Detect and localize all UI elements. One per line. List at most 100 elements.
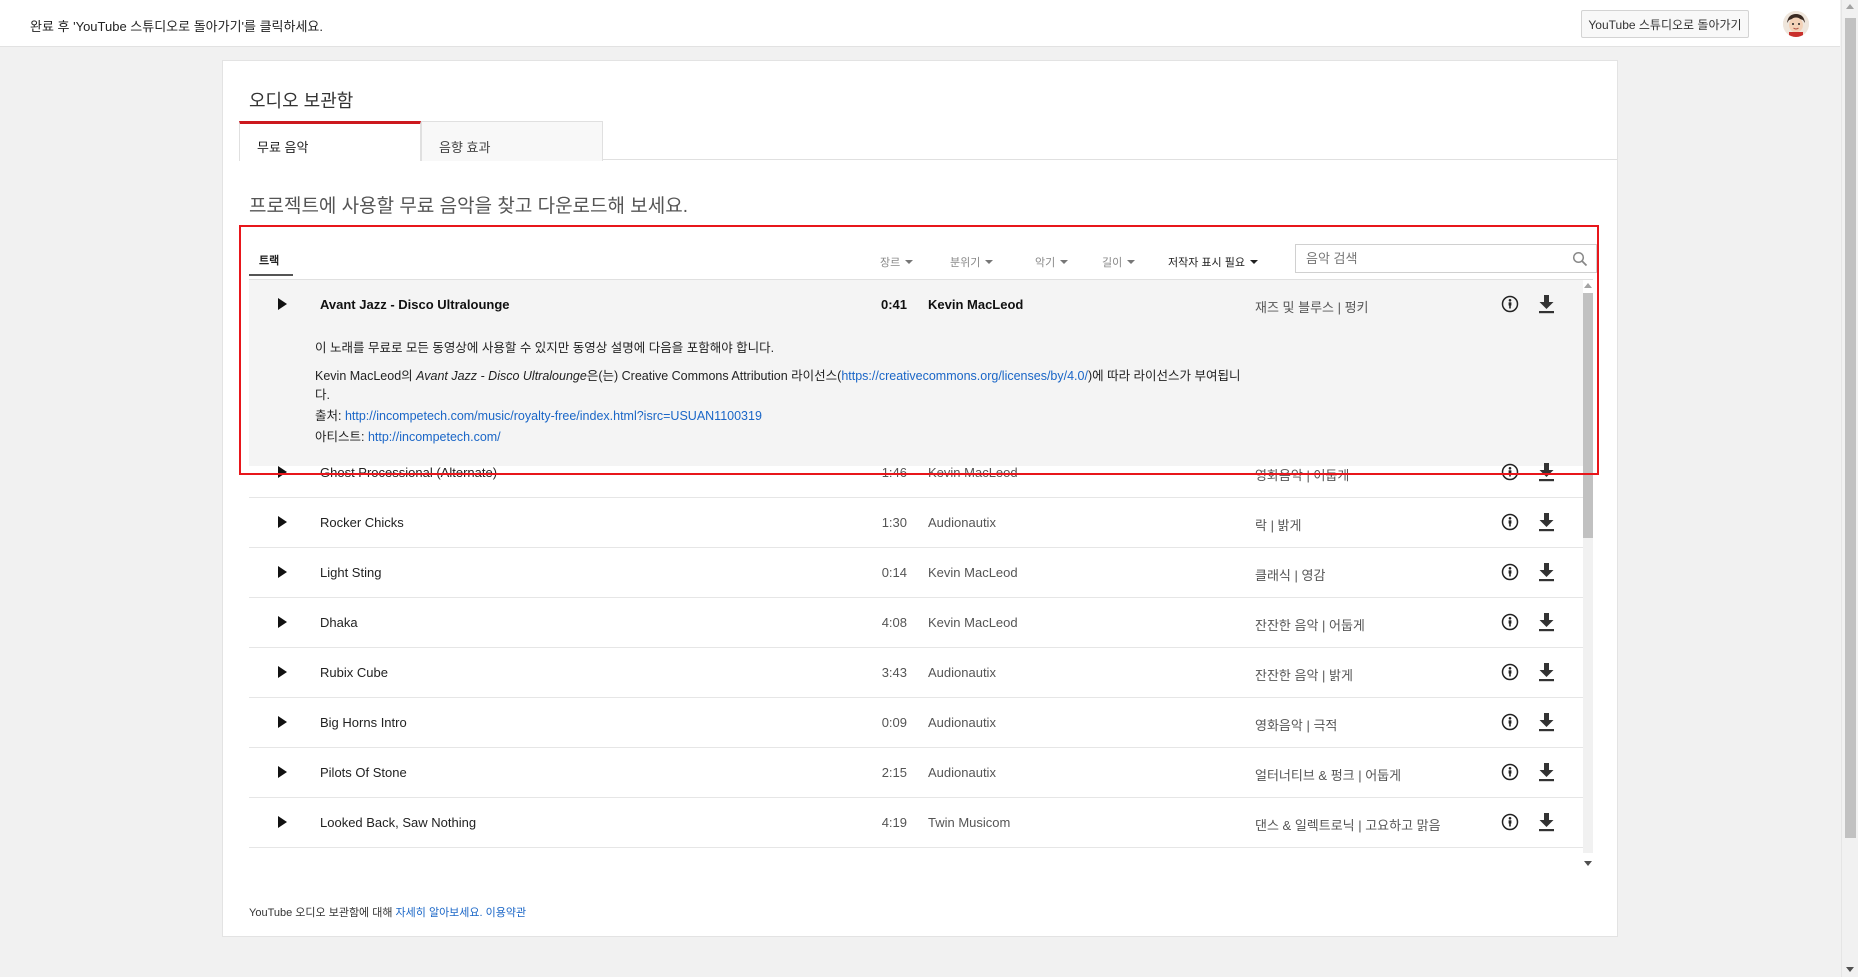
track-artist: Kevin MacLeod [928, 565, 1018, 580]
track-duration: 0:09 [881, 715, 907, 730]
track-genre: 잔잔한 음악 | 어둡게 [1255, 618, 1365, 633]
search-icon[interactable] [1572, 251, 1588, 267]
track-genre: 얼터너티브 & 펑크 | 어둡게 [1255, 768, 1402, 783]
track-row-expanded[interactable]: Avant Jazz - Disco Ultralounge 0:41 Kevi… [249, 280, 1583, 466]
track-duration: 0:41 [880, 297, 907, 312]
download-icon[interactable] [1538, 612, 1555, 632]
attribution-icon[interactable] [1501, 813, 1519, 831]
play-icon[interactable] [278, 816, 287, 828]
track-duration: 1:46 [881, 465, 907, 480]
track-genre: 재즈 및 블루스 | 펑키 [1255, 300, 1369, 315]
download-icon[interactable] [1538, 462, 1555, 482]
track-row[interactable]: Looked Back, Saw Nothing 4:19 Twin Music… [249, 798, 1583, 848]
play-icon[interactable] [278, 298, 287, 310]
play-icon[interactable] [278, 666, 287, 678]
attribution-icon[interactable] [1501, 463, 1519, 481]
play-icon[interactable] [278, 566, 287, 578]
terms-link[interactable]: 이용약관 [486, 907, 526, 919]
attribution-icon[interactable] [1501, 613, 1519, 631]
scroll-up-arrow-icon[interactable] [1846, 4, 1854, 9]
chevron-down-icon [1127, 260, 1136, 264]
download-icon[interactable] [1538, 662, 1555, 682]
track-artist: Kevin MacLeod [928, 615, 1018, 630]
download-icon[interactable] [1538, 712, 1555, 732]
scroll-down-arrow-icon[interactable] [1584, 861, 1592, 866]
download-icon[interactable] [1538, 512, 1555, 532]
page-subtitle: 프로젝트에 사용할 무료 음악을 찾고 다운로드해 보세요. [249, 196, 688, 217]
duration-filter-label: 길이 [1102, 257, 1123, 269]
track-artist: Kevin MacLeod [928, 297, 1024, 312]
attribution-icon[interactable] [1501, 295, 1519, 313]
track-title: Looked Back, Saw Nothing [320, 815, 477, 830]
play-icon[interactable] [278, 466, 287, 478]
attribution-icon[interactable] [1501, 563, 1519, 581]
track-title: Light Sting [320, 565, 382, 580]
attribution-icon[interactable] [1501, 513, 1519, 531]
track-genre: 영화음악 | 극적 [1255, 718, 1338, 733]
play-icon[interactable] [278, 716, 287, 728]
return-to-studio-button[interactable]: YouTube 스튜디오로 돌아가기 [1581, 10, 1749, 38]
list-scrollbar[interactable] [1583, 281, 1593, 868]
avatar-icon [1783, 11, 1809, 37]
track-genre: 잔잔한 음악 | 밝게 [1255, 668, 1353, 683]
license-wrap: 다. [315, 388, 330, 402]
track-genre: 댄스 & 일렉트로닉 | 고요하고 맑음 [1255, 818, 1441, 833]
license-link[interactable]: https://creativecommons.org/licenses/by/… [841, 369, 1088, 383]
source-link[interactable]: http://incompetech.com/music/royalty-fre… [345, 409, 762, 423]
chevron-down-icon [985, 260, 994, 264]
attribution-filter[interactable]: 저작자 표시 필요 [1168, 254, 1258, 270]
track-row[interactable]: Dhaka 4:08 Kevin MacLeod 잔잔한 음악 | 어둡게 [249, 598, 1583, 648]
license-track-title: Avant Jazz - Disco Ultralounge [416, 369, 587, 383]
instrument-filter[interactable]: 악기 [1035, 254, 1069, 270]
track-row[interactable]: Ghost Processional (Alternate) 1:46 Kevi… [249, 448, 1583, 498]
page-title: 오디오 보관함 [249, 91, 354, 111]
search-input[interactable] [1296, 245, 1556, 272]
footer: YouTube 오디오 보관함에 대해 자세히 알아보세요. 이용약관 [249, 904, 526, 920]
download-icon[interactable] [1538, 762, 1555, 782]
license-prefix: Kevin MacLeod의 [315, 369, 417, 383]
track-row[interactable]: Light Sting 0:14 Kevin MacLeod 클래식 | 영감 [249, 548, 1583, 598]
attribution-icon[interactable] [1501, 713, 1519, 731]
tab-tracks[interactable]: 트랙 [249, 244, 293, 276]
track-row[interactable]: Rubix Cube 3:43 Audionautix 잔잔한 음악 | 밝게 [249, 648, 1583, 698]
play-icon[interactable] [278, 616, 287, 628]
track-row[interactable]: Pilots Of Stone 2:15 Audionautix 얼터너티브 &… [249, 748, 1583, 798]
license-suffix: )에 따라 라이선스가 부여됩니 [1087, 369, 1241, 383]
genre-filter[interactable]: 장르 [880, 254, 914, 270]
artist-label: 아티스트: [315, 430, 368, 444]
duration-filter[interactable]: 길이 [1102, 254, 1136, 270]
scroll-up-arrow-icon[interactable] [1584, 283, 1592, 288]
source-label: 출처: [315, 409, 345, 423]
scroll-down-arrow-icon[interactable] [1846, 967, 1854, 972]
learn-more-link[interactable]: 자세히 알아보세요. [396, 907, 483, 919]
track-title: Rubix Cube [320, 665, 388, 680]
track-duration: 4:08 [881, 615, 907, 630]
tab-free-music[interactable]: 무료 음악 [239, 121, 421, 161]
page-scrollbar[interactable] [1841, 0, 1858, 977]
track-row[interactable]: Big Horns Intro 0:09 Audionautix 영화음악 | … [249, 698, 1583, 748]
download-icon[interactable] [1538, 812, 1555, 832]
download-icon[interactable] [1538, 562, 1555, 582]
artist-link[interactable]: http://incompetech.com/ [368, 430, 501, 444]
play-icon[interactable] [278, 516, 287, 528]
list-scrollbar-thumb[interactable] [1583, 293, 1593, 538]
track-duration: 1:30 [881, 515, 907, 530]
tab-sound-effects[interactable]: 음향 효과 [421, 121, 603, 161]
page-scrollbar-thumb[interactable] [1845, 18, 1856, 838]
track-artist: Audionautix [928, 715, 996, 730]
avatar[interactable] [1783, 11, 1809, 37]
chevron-down-icon [1249, 260, 1258, 264]
filter-bar: 트랙 장르 분위기 악기 길이 저작자 표시 필요 [249, 244, 1597, 280]
instrument-filter-label: 악기 [1035, 257, 1056, 269]
track-duration: 2:15 [881, 765, 907, 780]
footer-text: YouTube 오디오 보관함에 대해 [249, 907, 396, 919]
download-icon[interactable] [1538, 294, 1555, 314]
track-title: Big Horns Intro [320, 715, 407, 730]
top-bar: 완료 후 'YouTube 스튜디오로 돌아가기'를 클릭하세요. YouTub… [0, 0, 1840, 47]
artist-line: 아티스트: http://incompetech.com/ [315, 428, 1315, 447]
play-icon[interactable] [278, 766, 287, 778]
attribution-icon[interactable] [1501, 663, 1519, 681]
mood-filter[interactable]: 분위기 [950, 254, 994, 270]
track-row[interactable]: Rocker Chicks 1:30 Audionautix 락 | 밝게 [249, 498, 1583, 548]
attribution-icon[interactable] [1501, 763, 1519, 781]
